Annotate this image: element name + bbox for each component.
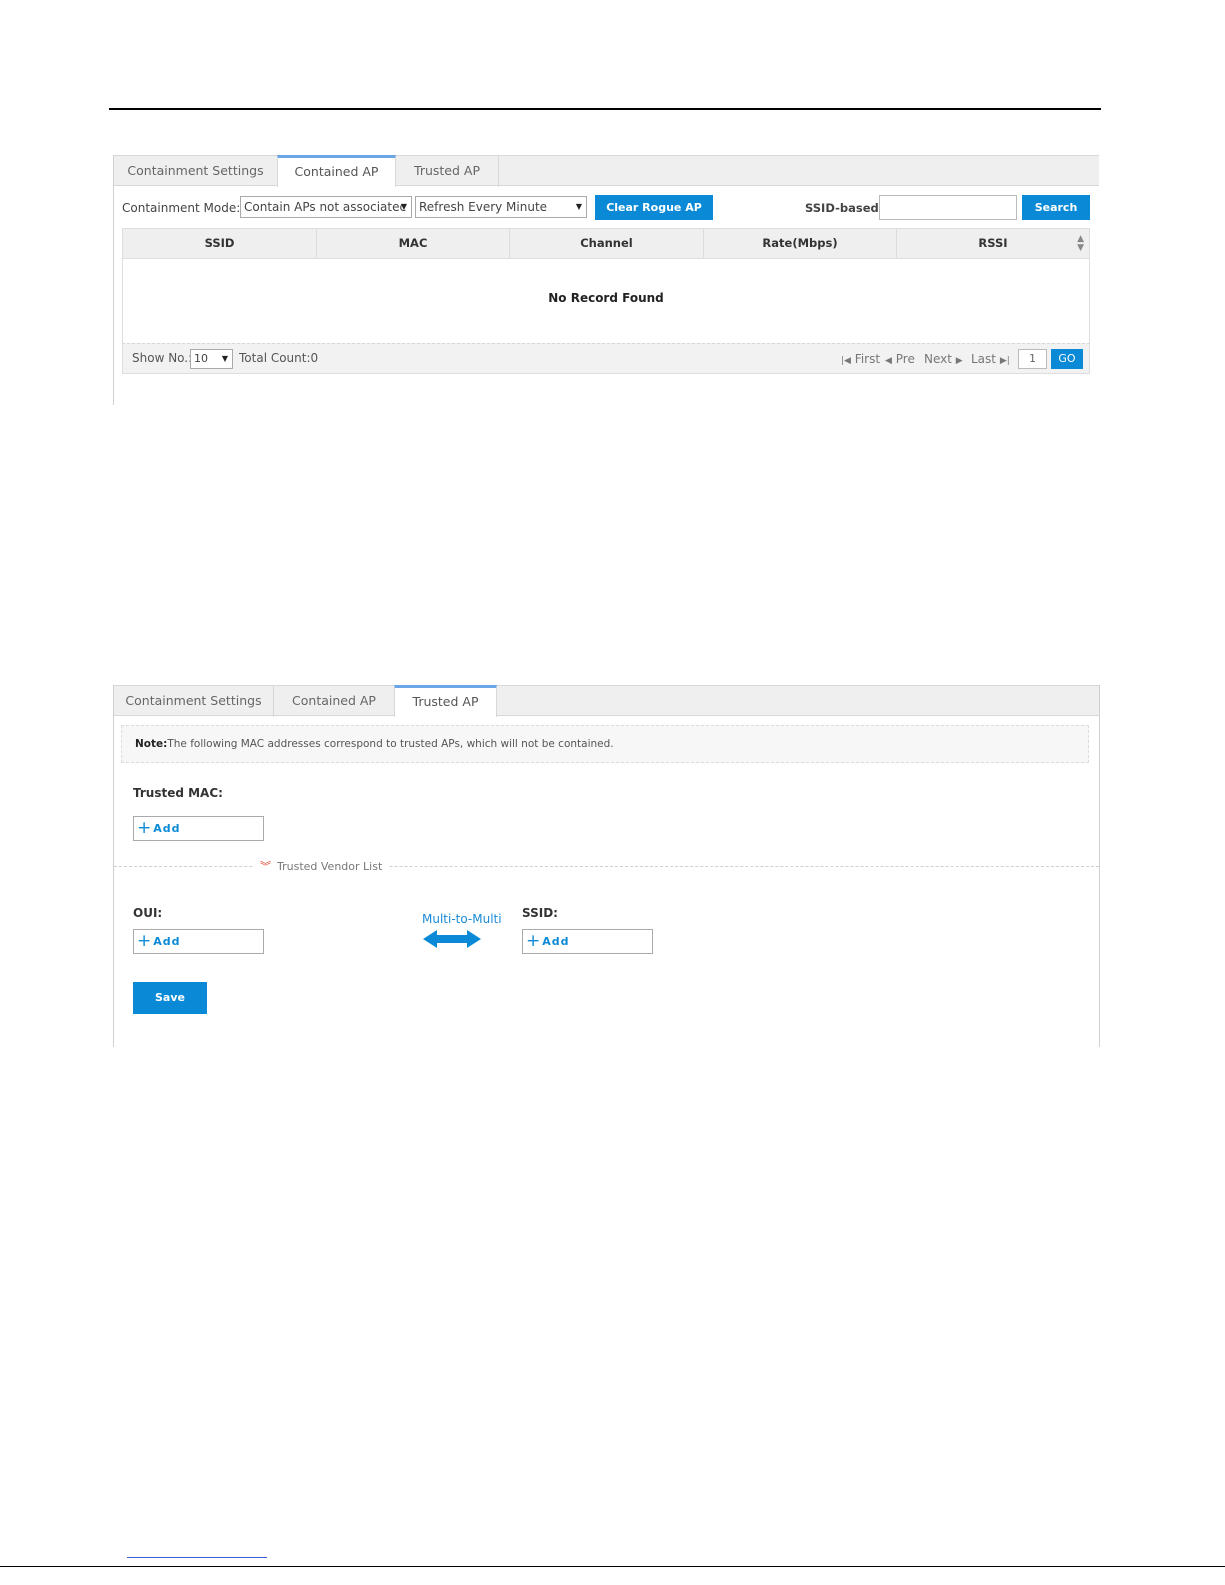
add-label: Add [542, 935, 570, 948]
refresh-interval-value: Refresh Every Minute [419, 200, 548, 214]
note-label: Note: [135, 738, 168, 750]
next-page-icon: ▶ [955, 356, 963, 366]
footer-link-underline [127, 1557, 267, 1558]
column-rssi[interactable]: RSSI ▲ ▼ [897, 229, 1089, 258]
empty-message: No Record Found [548, 291, 664, 305]
tab-trusted-ap[interactable]: Trusted AP [394, 685, 497, 717]
dropdown-arrow-icon: ▼ [221, 354, 228, 363]
page-size-select[interactable]: 10 ▼ [190, 349, 233, 369]
ssid-based-label: SSID-based: [805, 201, 884, 215]
containment-mode-value: Contain APs not associatec [244, 200, 407, 214]
add-label: Add [153, 822, 181, 835]
dropdown-arrow-icon: ▼ [575, 202, 582, 211]
search-button[interactable]: Search [1022, 195, 1090, 220]
column-channel[interactable]: Channel [510, 229, 704, 258]
first-page-link[interactable]: |◀ First [841, 352, 880, 366]
trusted-vendor-list-toggle[interactable]: ︾ Trusted Vendor List [254, 858, 389, 874]
tab-contained-ap[interactable]: Contained AP [274, 686, 395, 717]
sort-icon[interactable]: ▲ ▼ [1077, 229, 1084, 253]
prev-page-icon: ◀ [885, 356, 892, 366]
plus-icon: + [526, 931, 542, 951]
trusted-vendor-list-label: Trusted Vendor List [277, 860, 383, 873]
column-mac[interactable]: MAC [317, 229, 510, 258]
page-number-input[interactable]: 1 [1018, 349, 1047, 369]
plus-icon: + [137, 818, 153, 838]
first-page-icon: |◀ [841, 356, 851, 366]
add-trusted-mac-button[interactable]: +Add [133, 816, 264, 841]
containment-mode-select[interactable]: Contain APs not associatec ▼ [240, 196, 412, 218]
table-footer: Show No.: 10 ▼ Total Count:0 |◀ First ◀ … [122, 343, 1090, 374]
dropdown-arrow-icon: ▼ [400, 202, 407, 211]
double-chevron-down-icon: ︾ [260, 860, 271, 873]
column-ssid[interactable]: SSID [123, 229, 317, 258]
tab-contained-ap[interactable]: Contained AP [277, 155, 396, 187]
clear-rogue-ap-button[interactable]: Clear Rogue AP [595, 195, 713, 220]
last-page-label: Last [971, 352, 996, 366]
table-header: SSID MAC Channel Rate(Mbps) RSSI ▲ ▼ [122, 228, 1090, 259]
note-text: The following MAC addresses correspond t… [167, 738, 614, 750]
tab-trusted-ap[interactable]: Trusted AP [396, 156, 499, 187]
first-page-label: First [854, 352, 881, 366]
oui-label: OUI: [133, 906, 163, 920]
add-oui-button[interactable]: +Add [133, 929, 264, 954]
note-box: Note:The following MAC addresses corresp… [121, 725, 1089, 763]
save-button[interactable]: Save [133, 982, 207, 1014]
table-body: No Record Found [122, 259, 1090, 343]
show-no-label: Show No.: [132, 351, 193, 365]
last-page-icon: ▶| [999, 356, 1010, 366]
trusted-mac-label: Trusted MAC: [133, 786, 223, 800]
prev-page-link[interactable]: ◀ Pre [885, 352, 915, 366]
contained-ap-panel: Containment Settings Contained AP Truste… [113, 155, 1099, 405]
top-rule [109, 108, 1101, 110]
ssid-search-input[interactable] [879, 195, 1017, 220]
page-size-value: 10 [194, 352, 208, 365]
add-ssid-button[interactable]: +Add [522, 929, 653, 954]
double-arrow-icon [423, 930, 481, 948]
go-button[interactable]: GO [1051, 349, 1083, 369]
prev-page-label: Pre [895, 352, 915, 366]
trusted-ap-panel: Containment Settings Contained AP Truste… [113, 685, 1100, 1047]
add-label: Add [153, 935, 181, 948]
column-rssi-label: RSSI [978, 236, 1008, 250]
tab-bar: Containment Settings Contained AP Truste… [114, 155, 1099, 187]
refresh-interval-select[interactable]: Refresh Every Minute ▼ [415, 196, 587, 218]
total-count: Total Count:0 [239, 351, 319, 365]
bottom-rule [0, 1566, 1225, 1567]
multi-to-multi-label: Multi-to-Multi [422, 912, 502, 926]
column-rate[interactable]: Rate(Mbps) [704, 229, 897, 258]
containment-mode-label: Containment Mode: [122, 201, 241, 215]
tab-bar: Containment Settings Contained AP Truste… [114, 685, 1099, 717]
last-page-link[interactable]: Last ▶| [971, 352, 1010, 366]
tab-containment-settings[interactable]: Containment Settings [114, 686, 274, 717]
next-page-label: Next [924, 352, 952, 366]
plus-icon: + [137, 931, 153, 951]
tab-containment-settings[interactable]: Containment Settings [114, 156, 278, 187]
ssid-label: SSID: [522, 906, 558, 920]
next-page-link[interactable]: Next ▶ [924, 352, 963, 366]
